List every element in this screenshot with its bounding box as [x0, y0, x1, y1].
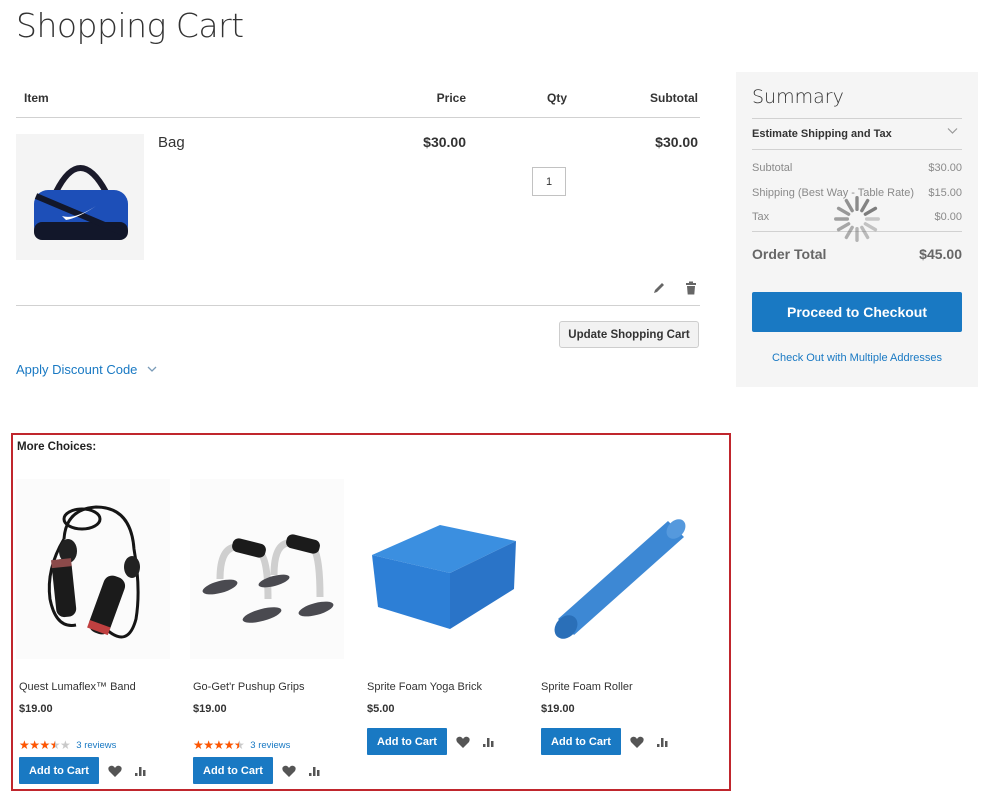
- product-image-bag[interactable]: [16, 134, 144, 260]
- spinner-segment: [860, 225, 870, 240]
- estimate-shipping-label: Estimate Shipping and Tax: [752, 128, 892, 140]
- rating-stars-icon: ★★★★★★★★★★: [193, 738, 245, 752]
- heart-icon[interactable]: [108, 765, 122, 777]
- more-choices-panel: More Choices: Quest Lumaflex™ Band $19.0…: [11, 433, 731, 791]
- product-actions: Add to Cart: [541, 728, 669, 755]
- compare-bar-chart-icon[interactable]: [656, 736, 669, 748]
- product-price: $5.00: [367, 703, 395, 715]
- cart-item-price: $30.00: [423, 134, 466, 150]
- cart-item-row: Bag $30.00 $30.00: [16, 118, 700, 306]
- product-image-foam-roller[interactable]: [538, 479, 692, 659]
- rating-stars-icon: ★★★★★★★★★★: [19, 738, 71, 752]
- heart-icon[interactable]: [630, 736, 644, 748]
- product-name[interactable]: Sprite Foam Yoga Brick: [367, 681, 482, 693]
- totals-label: Tax: [752, 211, 770, 223]
- totals-value: $30.00: [928, 162, 962, 174]
- compare-bar-chart-icon[interactable]: [308, 765, 321, 777]
- order-summary: Summary Estimate Shipping and Tax Subtot…: [736, 72, 978, 387]
- add-to-cart-button[interactable]: Add to Cart: [541, 728, 621, 755]
- product-card: Go-Get'r Pushup Grips $19.00 ★★★★★★★★★★ …: [190, 479, 350, 784]
- cart-table-header: Item Price Qty Subtotal: [16, 78, 700, 118]
- apply-discount-toggle[interactable]: Apply Discount Code: [16, 362, 157, 377]
- product-card: Sprite Foam Roller $19.00 Add to Cart: [538, 479, 698, 755]
- cart-item-name[interactable]: Bag: [158, 134, 185, 151]
- heart-icon[interactable]: [456, 736, 470, 748]
- summary-title: Summary: [752, 86, 844, 108]
- spinner-segment: [844, 225, 854, 240]
- product-image-resistance-band[interactable]: [16, 479, 170, 659]
- reviews-link[interactable]: 3 reviews: [76, 740, 116, 751]
- spinner-segment: [860, 198, 870, 213]
- cart-item-subtotal: $30.00: [655, 134, 698, 150]
- totals-row-subtotal: Subtotal $30.00: [752, 158, 962, 183]
- order-total-label: Order Total: [752, 246, 827, 262]
- spinner-segment: [863, 222, 878, 232]
- chevron-down-icon: [147, 366, 157, 372]
- product-name[interactable]: Go-Get'r Pushup Grips: [193, 681, 305, 693]
- add-to-cart-button[interactable]: Add to Cart: [367, 728, 447, 755]
- page-title: Shopping Cart: [16, 6, 244, 45]
- more-choices-title: More Choices:: [17, 441, 97, 453]
- spinner-segment: [836, 222, 851, 232]
- update-shopping-cart-button[interactable]: Update Shopping Cart: [559, 321, 699, 348]
- apply-discount-label: Apply Discount Code: [16, 362, 138, 377]
- order-total-value: $45.00: [919, 246, 962, 262]
- product-name[interactable]: Sprite Foam Roller: [541, 681, 633, 693]
- product-rating: ★★★★★★★★★★ 3 reviews: [19, 739, 116, 751]
- compare-bar-chart-icon[interactable]: [134, 765, 147, 777]
- product-name[interactable]: Quest Lumaflex™ Band: [19, 681, 136, 693]
- spinner-segment: [844, 198, 854, 213]
- column-price: Price: [436, 91, 466, 105]
- qty-input[interactable]: [532, 167, 566, 196]
- estimate-shipping-toggle[interactable]: Estimate Shipping and Tax: [752, 118, 962, 150]
- product-image-yoga-brick[interactable]: [364, 479, 518, 659]
- chevron-down-icon: [947, 128, 958, 134]
- compare-bar-chart-icon[interactable]: [482, 736, 495, 748]
- spinner-segment: [863, 206, 878, 216]
- product-actions: Add to Cart: [19, 757, 147, 784]
- proceed-to-checkout-button[interactable]: Proceed to Checkout: [752, 292, 962, 332]
- product-card: Quest Lumaflex™ Band $19.00 ★★★★★★★★★★ 3…: [16, 479, 176, 784]
- product-rating: ★★★★★★★★★★ 3 reviews: [193, 739, 290, 751]
- product-price: $19.00: [193, 703, 227, 715]
- edit-pencil-icon[interactable]: [652, 281, 666, 295]
- spinner-segment: [836, 206, 851, 216]
- heart-icon[interactable]: [282, 765, 296, 777]
- column-item: Item: [24, 91, 49, 105]
- totals-label: Subtotal: [752, 162, 793, 174]
- trash-icon[interactable]: [684, 281, 698, 295]
- product-actions: Add to Cart: [193, 757, 321, 784]
- product-image-pushup-grips[interactable]: [190, 479, 344, 659]
- product-price: $19.00: [19, 703, 53, 715]
- product-actions: Add to Cart: [367, 728, 495, 755]
- add-to-cart-button[interactable]: Add to Cart: [193, 757, 273, 784]
- product-price: $19.00: [541, 703, 575, 715]
- product-card: Sprite Foam Yoga Brick $5.00 Add to Cart: [364, 479, 524, 755]
- totals-value: $15.00: [928, 186, 962, 199]
- reviews-link[interactable]: 3 reviews: [250, 740, 290, 751]
- checkout-multiple-addresses-link[interactable]: Check Out with Multiple Addresses: [736, 352, 978, 364]
- loading-spinner-icon: [834, 196, 880, 242]
- column-subtotal: Subtotal: [650, 91, 698, 105]
- column-qty: Qty: [546, 91, 567, 105]
- totals-value: $0.00: [934, 211, 962, 223]
- add-to-cart-button[interactable]: Add to Cart: [19, 757, 99, 784]
- cart-table: Item Price Qty Subtotal Bag $30.00 $30.0…: [16, 78, 700, 306]
- row-actions: [652, 281, 698, 295]
